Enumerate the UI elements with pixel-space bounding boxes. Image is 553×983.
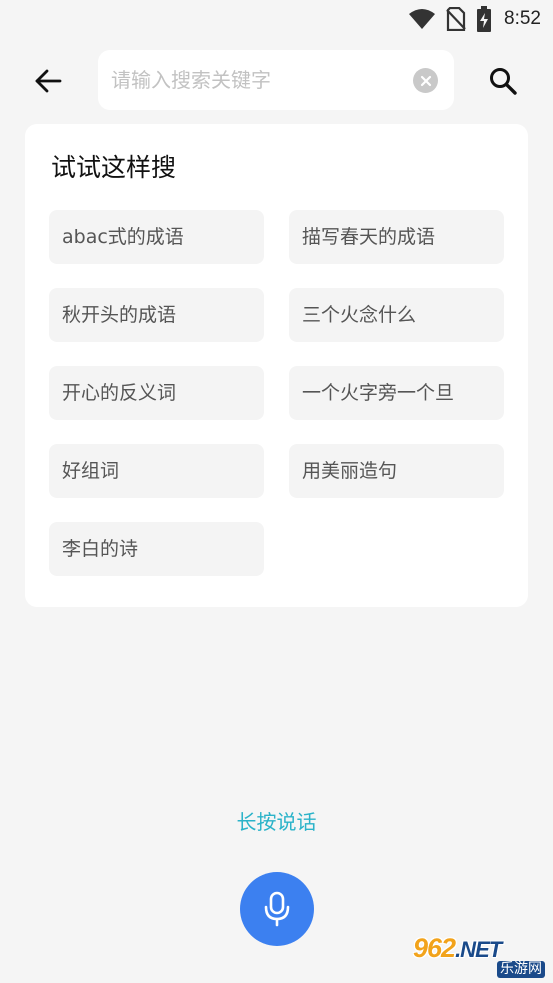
suggestion-chip[interactable]: abac式的成语: [49, 210, 264, 264]
watermark-net: .NET: [455, 937, 502, 962]
suggestion-chip[interactable]: 描写春天的成语: [289, 210, 504, 264]
search-row: [0, 50, 553, 110]
watermark-logo: 962.NET 乐游网: [413, 933, 549, 978]
voice-hint: 长按说话: [236, 810, 317, 834]
watermark-number: 962: [413, 933, 456, 963]
search-box: [98, 50, 454, 110]
wifi-icon: [409, 9, 436, 29]
voice-input-button[interactable]: [240, 872, 314, 946]
arrow-left-icon: [35, 69, 62, 93]
suggestions-title: 试试这样搜: [51, 153, 177, 182]
battery-charging-icon: [477, 6, 492, 32]
search-input[interactable]: [111, 50, 401, 110]
suggestion-chip[interactable]: 李白的诗: [49, 522, 264, 576]
suggestion-chip[interactable]: 秋开头的成语: [49, 288, 264, 342]
no-sim-icon: [446, 7, 466, 31]
suggestion-chip[interactable]: 用美丽造句: [289, 444, 504, 498]
watermark-text: 962.NET: [413, 933, 549, 963]
status-bar: 8:52: [0, 0, 553, 38]
search-button[interactable]: [483, 61, 523, 101]
suggestion-chip[interactable]: 一个火字旁一个旦: [289, 366, 504, 420]
clear-button[interactable]: [413, 68, 438, 93]
search-icon: [490, 68, 517, 95]
back-button[interactable]: [28, 61, 68, 101]
watermark-subtitle: 乐游网: [497, 961, 545, 978]
status-time: 8:52: [504, 8, 541, 29]
status-icons: 8:52: [408, 6, 541, 32]
microphone-icon: [264, 891, 290, 927]
suggestions-card: 试试这样搜 abac式的成语 描写春天的成语 秋开头的成语 三个火念什么 开心的…: [25, 124, 528, 607]
suggestion-chip[interactable]: 好组词: [49, 444, 264, 498]
suggestion-chip[interactable]: 三个火念什么: [289, 288, 504, 342]
suggestion-chip[interactable]: 开心的反义词: [49, 366, 264, 420]
clear-circle-icon: [420, 75, 431, 86]
